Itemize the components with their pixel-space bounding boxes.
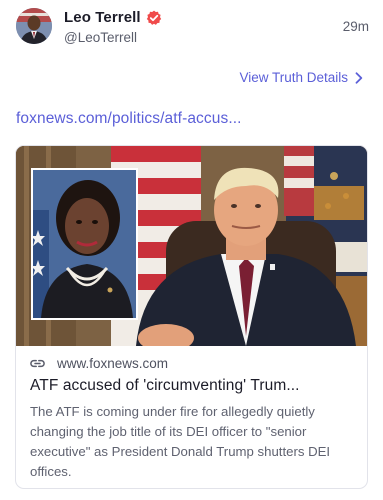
card-preview-image [16,146,367,346]
verified-badge-icon [146,10,162,26]
chevron-right-icon [355,71,363,84]
author-name[interactable]: Leo Terrell [64,9,141,26]
post-header: Leo Terrell @LeoTerrell 29m [16,8,369,48]
card-description: The ATF is coming under fire for alleged… [30,404,331,479]
view-truth-details-label: View Truth Details [239,70,348,85]
card-title[interactable]: ATF accused of 'circumventing' Trum... [30,377,355,395]
view-truth-details-link[interactable]: View Truth Details [239,70,363,85]
inset-portrait [31,168,138,320]
link-icon [30,356,45,371]
avatar[interactable] [16,8,52,44]
card-domain: www.foxnews.com [57,356,169,371]
post-link[interactable]: foxnews.com/politics/atf-accus... [16,110,242,128]
card-meta: www.foxnews.com ATF accused of 'circumve… [30,355,355,482]
post-timestamp: 29m [342,19,369,34]
author-handle[interactable]: @LeoTerrell [64,30,137,45]
link-preview-card[interactable]: www.foxnews.com ATF accused of 'circumve… [15,145,368,489]
